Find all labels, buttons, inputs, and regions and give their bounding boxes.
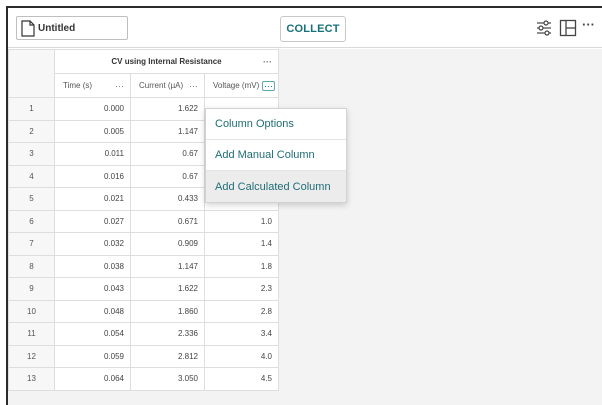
menu-item-column-options[interactable]: Column Options [206,109,346,140]
row-index: 9 [8,277,55,301]
table-row: 7 0.032 0.909 1.4 [8,232,279,256]
time-cell[interactable]: 0.038 [54,254,131,278]
row-index: 8 [8,254,55,278]
current-cell[interactable]: 2.336 [130,322,205,346]
sliders-icon[interactable] [535,19,553,37]
file-title-button[interactable]: Untitled [16,16,128,40]
current-cell[interactable]: 1.622 [130,97,205,121]
table-row: 10 0.048 1.860 2.8 [8,299,279,323]
time-cell[interactable]: 0.032 [54,232,131,256]
app-window: Untitled COLLECT ··· CV using Internal R… [6,6,602,405]
row-index: 7 [8,232,55,256]
table-row: 11 0.054 2.336 3.4 [8,322,279,346]
voltage-cell[interactable]: 4.0 [204,344,279,368]
column-header-current[interactable]: Current (µA) ··· [130,73,205,98]
current-cell[interactable]: 1.622 [130,277,205,301]
row-index: 5 [8,187,55,211]
column-more-icon[interactable]: ··· [189,81,198,91]
current-cell[interactable]: 3.050 [130,367,205,391]
time-cell[interactable]: 0.021 [54,187,131,211]
data-table-area: CV using Internal Resistance ··· Time (s… [8,49,602,405]
current-cell[interactable]: 1.147 [130,119,205,143]
toolbar: Untitled COLLECT ··· [8,8,602,48]
current-cell[interactable]: 0.671 [130,209,205,233]
table-row: 12 0.059 2.812 4.0 [8,344,279,368]
collect-button[interactable]: COLLECT [280,16,346,42]
row-index: 4 [8,164,55,188]
voltage-cell[interactable]: 2.3 [204,277,279,301]
data-set-header: CV using Internal Resistance ··· [54,49,279,74]
file-title-label: Untitled [38,22,76,34]
current-cell[interactable]: 1.147 [130,254,205,278]
column-context-menu: Column Options Add Manual Column Add Cal… [205,108,347,203]
table-row: 9 0.043 1.622 2.3 [8,277,279,301]
time-cell[interactable]: 0.027 [54,209,131,233]
layout-icon[interactable] [559,19,577,37]
time-cell[interactable]: 0.059 [54,344,131,368]
current-cell[interactable]: 0.67 [130,164,205,188]
voltage-cell[interactable]: 3.4 [204,322,279,346]
column-more-icon[interactable]: ··· [262,80,275,91]
time-cell[interactable]: 0.048 [54,299,131,323]
row-index: 6 [8,209,55,233]
column-header-label: Voltage (mV) [213,81,260,90]
menu-item-add-calculated-column[interactable]: Add Calculated Column [206,171,346,202]
voltage-cell[interactable]: 1.8 [204,254,279,278]
time-cell[interactable]: 0.054 [54,322,131,346]
time-cell[interactable]: 0.005 [54,119,131,143]
more-options-icon[interactable]: ··· [582,17,595,32]
data-table: CV using Internal Resistance ··· Time (s… [8,49,279,391]
table-row: 8 0.038 1.147 1.8 [8,254,279,278]
data-set-more-icon[interactable]: ··· [263,57,272,67]
row-index: 13 [8,367,55,391]
column-header-voltage[interactable]: Voltage (mV) ··· [204,73,279,98]
row-index: 3 [8,142,55,166]
current-cell[interactable]: 2.812 [130,344,205,368]
time-cell[interactable]: 0.000 [54,97,131,121]
index-header [8,49,55,98]
time-cell[interactable]: 0.064 [54,367,131,391]
current-cell[interactable]: 0.433 [130,187,205,211]
table-row: 6 0.027 0.671 1.0 [8,209,279,233]
column-header-label: Time (s) [63,81,93,90]
data-set-name: CV using Internal Resistance [111,57,222,66]
column-more-icon[interactable]: ··· [115,81,124,91]
row-index: 11 [8,322,55,346]
current-cell[interactable]: 0.909 [130,232,205,256]
column-header-label: Current (µA) [139,81,184,90]
table-row: 13 0.064 3.050 4.5 [8,367,279,391]
voltage-cell[interactable]: 1.4 [204,232,279,256]
voltage-cell[interactable]: 2.8 [204,299,279,323]
row-index: 2 [8,119,55,143]
time-cell[interactable]: 0.043 [54,277,131,301]
current-cell[interactable]: 0.67 [130,142,205,166]
row-index: 10 [8,299,55,323]
row-index: 1 [8,97,55,121]
time-cell[interactable]: 0.016 [54,164,131,188]
row-index: 12 [8,344,55,368]
column-header-time[interactable]: Time (s) ··· [54,73,131,98]
voltage-cell[interactable]: 1.0 [204,209,279,233]
voltage-cell[interactable]: 4.5 [204,367,279,391]
current-cell[interactable]: 1.860 [130,299,205,323]
document-icon [21,19,35,37]
time-cell[interactable]: 0.011 [54,142,131,166]
menu-item-add-manual-column[interactable]: Add Manual Column [206,140,346,171]
